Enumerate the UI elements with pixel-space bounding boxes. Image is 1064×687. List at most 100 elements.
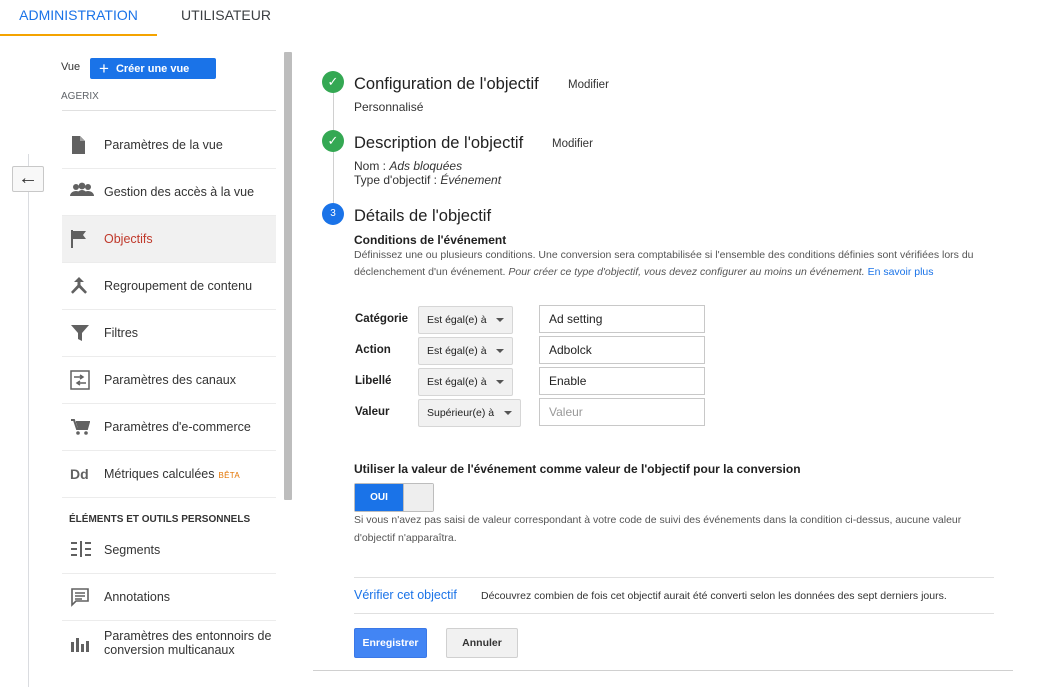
arrow-left-icon: ← [18,167,38,189]
section-title-personal-tools: ÉLÉMENTS ET OUTILS PERSONNELS [69,514,251,525]
operator-select-value[interactable]: Supérieur(e) à [418,399,521,427]
sidebar-item-label: Gestion des accès à la vue [104,185,255,199]
use-event-value-title: Utiliser la valeur de l'événement comme … [354,462,801,476]
goal-name-line: Nom : Ads bloquées [354,159,462,173]
create-view-button[interactable]: + Créer une vue [90,58,216,79]
admin-sidebar: ← Vue + Créer une vue AGERIX Paramètres d… [0,36,297,687]
sidebar-item-channel-settings[interactable]: Paramètres des canaux [62,357,276,404]
flag-icon [70,229,94,249]
check-icon: ✓ [322,71,344,93]
value-value-input[interactable] [539,398,705,426]
cart-icon [70,417,94,437]
goal-editor: ✓ Configuration de l'objectif Modifier P… [297,36,1064,687]
back-button[interactable]: ← [12,166,44,192]
comment-icon [70,587,94,607]
create-view-label: Créer une vue [115,63,190,75]
verify-goal-link[interactable]: Vérifier cet objectif [354,588,457,602]
caret-down-icon [496,380,504,384]
operator-value: Est égal(e) à [427,314,487,326]
sidebar-item-goals[interactable]: Objectifs [62,216,276,263]
learn-more-link[interactable]: En savoir plus [868,266,934,278]
sidebar-item-label: Annotations [104,590,171,604]
condition-label-category: Catégorie [355,313,409,325]
sidebar-scrollbar[interactable] [284,52,292,500]
check-icon: ✓ [322,130,344,152]
step-title-description: Description de l'objectif [354,134,524,152]
divider [354,613,994,614]
sidebar-item-label: Métriques calculées BÊTA [104,467,240,481]
sidebar-item-multichannel-funnels[interactable]: Paramètres des entonnoirs de conversion … [62,621,276,668]
sidebar-item-label: Paramètres de la vue [104,138,223,152]
sidebar-item-segments[interactable]: Segments [62,527,276,574]
use-event-value-note: Si vous n'avez pas saisi de valeur corre… [354,514,962,544]
goal-name-label: Nom : [354,159,390,173]
divider [313,670,1013,671]
divider [62,110,276,111]
operator-select-action[interactable]: Est égal(e) à [418,337,513,365]
save-button[interactable]: Enregistrer [354,628,427,658]
sidebar-item-content-grouping[interactable]: Regroupement de contenu [62,263,276,310]
people-icon [70,182,94,202]
sidebar-item-label: Paramètres d'e-commerce [104,420,251,434]
verify-goal-description: Découvrez combien de fois cet objectif a… [481,590,947,602]
label-value-input[interactable] [539,367,705,395]
toggle-knob [403,484,433,511]
cancel-button[interactable]: Annuler [446,628,518,658]
top-tab-bar: ADMINISTRATION UTILISATEUR [0,0,1064,36]
modify-description-link[interactable]: Modifier [552,138,593,150]
divider [354,577,994,578]
plus-icon: + [99,59,109,78]
category-value-input[interactable] [539,305,705,333]
conditions-desc-italic: Pour créer ce type d'objectif, vous deve… [508,266,865,278]
action-value-input[interactable] [539,336,705,364]
view-label: Vue [61,61,81,73]
sidebar-item-view-access[interactable]: Gestion des accès à la vue [62,169,276,216]
sidebar-item-calculated-metrics[interactable]: Dd Métriques calculées BÊTA [62,451,276,498]
sidebar-item-view-settings[interactable]: Paramètres de la vue [62,122,276,169]
operator-value: Est égal(e) à [427,345,487,357]
tab-utilisateur[interactable]: UTILISATEUR [181,0,271,36]
sidebar-item-label: Paramètres des entonnoirs de conversion … [104,629,272,657]
operator-select-label[interactable]: Est égal(e) à [418,368,513,396]
condition-label-value: Valeur [355,406,390,418]
sidebar-item-label: Objectifs [104,232,153,246]
caret-down-icon [496,318,504,322]
merge-icon [70,276,94,296]
toggle-on-label: OUI [355,484,403,511]
sidebar-item-label: Regroupement de contenu [104,279,253,293]
step-number-badge: 3 [322,203,344,225]
operator-select-category[interactable]: Est égal(e) à [418,306,513,334]
sidebar-item-ecommerce-settings[interactable]: Paramètres d'e-commerce [62,404,276,451]
tab-administration[interactable]: ADMINISTRATION [0,0,157,36]
goal-type-label: Type d'objectif : [354,173,441,187]
sidebar-item-label: Filtres [104,326,139,340]
step-title-details: Détails de l'objectif [354,207,492,225]
goal-type-value: Événement [440,173,502,187]
beta-badge: BÊTA [218,471,240,480]
use-event-value-toggle[interactable]: OUI [354,483,434,512]
goal-name-value: Ads bloquées [389,159,463,173]
calculated-metrics-label: Métriques calculées [104,467,215,481]
sidebar-item-filters[interactable]: Filtres [62,310,276,357]
channel-icon [70,370,94,390]
segments-icon [70,540,94,560]
operator-value: Est égal(e) à [427,376,487,388]
modify-configuration-link[interactable]: Modifier [568,79,609,91]
goal-type-line: Type d'objectif : Événement [354,173,501,187]
sidebar-divider [28,154,29,687]
dd-icon: Dd [70,466,89,482]
condition-label-action: Action [355,344,391,356]
sidebar-item-label: Segments [104,543,161,557]
caret-down-icon [496,349,504,353]
operator-value: Supérieur(e) à [427,407,495,419]
conditions-title: Conditions de l'événement [354,233,507,247]
bar-chart-icon [70,634,94,654]
configuration-type: Personnalisé [354,100,424,114]
caret-down-icon [504,411,512,415]
condition-label-label: Libellé [355,375,392,387]
filter-icon [70,323,94,343]
document-icon [70,135,94,155]
sidebar-item-annotations[interactable]: Annotations [62,574,276,621]
view-name: AGERIX [61,91,99,102]
sidebar-item-label: Paramètres des canaux [104,373,237,387]
